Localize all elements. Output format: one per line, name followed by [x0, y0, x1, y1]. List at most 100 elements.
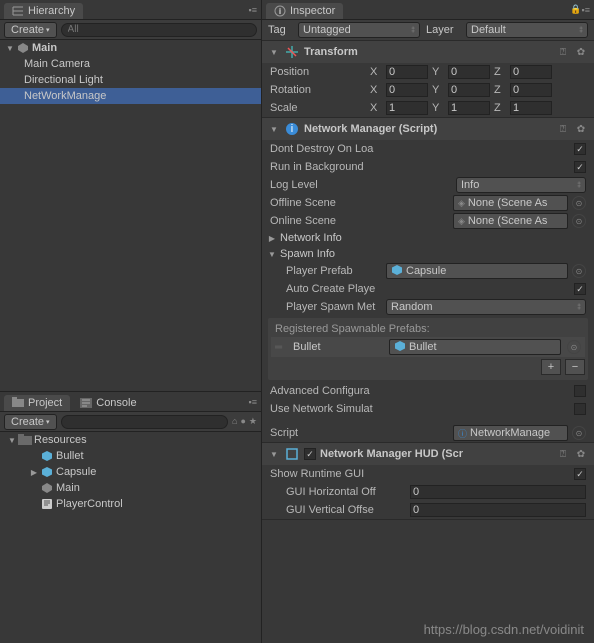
use-sim-checkbox[interactable] [574, 403, 586, 415]
project-icon [12, 397, 24, 409]
transform-header[interactable]: Transform ⍰ ✿ [262, 41, 594, 63]
script-field[interactable]: ⓘ NetworkManage [453, 425, 568, 441]
scl-z-input[interactable] [510, 101, 552, 115]
gameobject-row[interactable]: Directional Light [0, 72, 261, 88]
player-prefab-label: Player Prefab [286, 265, 382, 277]
v-offset-input[interactable] [410, 503, 586, 517]
hud-icon [284, 446, 300, 462]
create-button[interactable]: Create ▾ [4, 22, 57, 38]
foldout-icon[interactable] [28, 468, 40, 477]
auto-create-label: Auto Create Playe [286, 283, 570, 295]
lock-icon[interactable]: 🔒 [570, 4, 581, 15]
dont-destroy-checkbox[interactable] [574, 143, 586, 155]
object-picker-icon[interactable]: ⊙ [567, 340, 581, 354]
project-search-input[interactable] [61, 415, 229, 429]
dont-destroy-label: Dont Destroy On Loa [270, 143, 570, 155]
scene-asset-icon: ◈ [458, 216, 465, 227]
foldout-icon[interactable] [268, 48, 280, 57]
adv-config-checkbox[interactable] [574, 385, 586, 397]
asset-row[interactable]: Capsule [0, 464, 261, 480]
panel-menu-icon[interactable]: ▪≡ [249, 397, 257, 407]
hud-enable-checkbox[interactable] [304, 448, 316, 460]
rot-y-input[interactable] [448, 83, 490, 97]
asset-row[interactable]: Bullet [0, 448, 261, 464]
tab-inspector[interactable]: Inspector [266, 3, 343, 19]
foldout-icon[interactable] [268, 125, 280, 134]
tag-dropdown[interactable]: Untagged‡ [298, 22, 420, 38]
gear-icon[interactable]: ✿ [574, 122, 588, 136]
panel-menu-icon[interactable]: ▪≡ [249, 5, 257, 15]
layer-dropdown[interactable]: Default‡ [466, 22, 588, 38]
foldout-icon[interactable] [268, 450, 280, 459]
rot-x-input[interactable] [386, 83, 428, 97]
filter-icon[interactable]: ⌂ [232, 416, 237, 427]
folder-row[interactable]: Resources [0, 432, 261, 448]
inspector-icon [274, 5, 286, 17]
network-info-section[interactable]: Network Info [262, 230, 594, 246]
help-icon[interactable]: ⍰ [556, 122, 570, 136]
spawn-list-item[interactable]: ═ Bullet Bullet ⊙ [271, 337, 585, 357]
drag-handle-icon[interactable]: ═ [275, 342, 287, 353]
scene-asset-icon: ◈ [458, 198, 465, 209]
foldout-icon[interactable] [6, 436, 18, 445]
unity-scene-icon [16, 41, 30, 55]
object-picker-icon[interactable]: ⊙ [572, 196, 586, 210]
prefab-icon [40, 465, 54, 479]
gameobject-row[interactable]: Main Camera [0, 56, 261, 72]
help-icon[interactable]: ⍰ [556, 45, 570, 59]
auto-create-checkbox[interactable] [574, 283, 586, 295]
online-scene-field[interactable]: ◈ None (Scene As [453, 213, 568, 229]
rot-z-input[interactable] [510, 83, 552, 97]
gear-icon[interactable]: ✿ [574, 45, 588, 59]
pos-y-input[interactable] [448, 65, 490, 79]
scl-x-input[interactable] [386, 101, 428, 115]
gameobject-row-selected[interactable]: NetWorkManage [0, 88, 261, 104]
help-icon[interactable]: ⍰ [556, 447, 570, 461]
tab-hierarchy[interactable]: Hierarchy [4, 3, 83, 19]
scene-row[interactable]: Main [0, 40, 261, 56]
adv-config-label: Advanced Configura [270, 385, 570, 397]
spawn-info-section[interactable]: Spawn Info [262, 246, 594, 262]
folder-icon [18, 433, 32, 447]
h-offset-input[interactable] [410, 485, 586, 499]
foldout-icon[interactable] [266, 234, 278, 243]
show-gui-checkbox[interactable] [574, 468, 586, 480]
player-prefab-field[interactable]: Capsule [386, 263, 568, 279]
asset-row[interactable]: PlayerControl [0, 496, 261, 512]
project-create-button[interactable]: Create ▾ [4, 414, 57, 430]
hierarchy-search-input[interactable] [61, 23, 257, 37]
tag-label: Tag [268, 24, 292, 36]
loglevel-dropdown[interactable]: Info‡ [456, 177, 586, 193]
object-picker-icon[interactable]: ⊙ [572, 426, 586, 440]
prefab-icon [394, 340, 406, 355]
foldout-icon[interactable] [266, 250, 278, 259]
tab-console[interactable]: Console [72, 395, 144, 411]
panel-menu-icon[interactable]: ▪≡ [582, 5, 590, 15]
object-picker-icon[interactable]: ⊙ [572, 264, 586, 278]
add-spawn-button[interactable]: + [541, 359, 561, 375]
loglevel-label: Log Level [270, 179, 452, 191]
run-bg-checkbox[interactable] [574, 161, 586, 173]
remove-spawn-button[interactable]: − [565, 359, 585, 375]
spawn-prefab-field[interactable]: Bullet [389, 339, 561, 355]
offline-scene-field[interactable]: ◈ None (Scene As [453, 195, 568, 211]
scl-y-input[interactable] [448, 101, 490, 115]
hud-header[interactable]: Network Manager HUD (Scr ⍰ ✿ [262, 443, 594, 465]
scale-label: Scale [270, 102, 366, 114]
pos-x-input[interactable] [386, 65, 428, 79]
tag-filter-icon[interactable]: ● [240, 416, 245, 427]
object-picker-icon[interactable]: ⊙ [572, 214, 586, 228]
offline-scene-label: Offline Scene [270, 197, 449, 209]
tab-project[interactable]: Project [4, 395, 70, 411]
star-icon[interactable]: ★ [249, 416, 257, 427]
spawn-method-dropdown[interactable]: Random‡ [386, 299, 586, 315]
foldout-icon[interactable] [4, 44, 16, 53]
networkmanager-header[interactable]: i Network Manager (Script) ⍰ ✿ [262, 118, 594, 140]
script-icon [40, 497, 54, 511]
layer-label: Layer [426, 24, 460, 36]
scene-asset-icon [40, 481, 54, 495]
use-sim-label: Use Network Simulat [270, 403, 570, 415]
pos-z-input[interactable] [510, 65, 552, 79]
gear-icon[interactable]: ✿ [574, 447, 588, 461]
asset-row[interactable]: Main [0, 480, 261, 496]
